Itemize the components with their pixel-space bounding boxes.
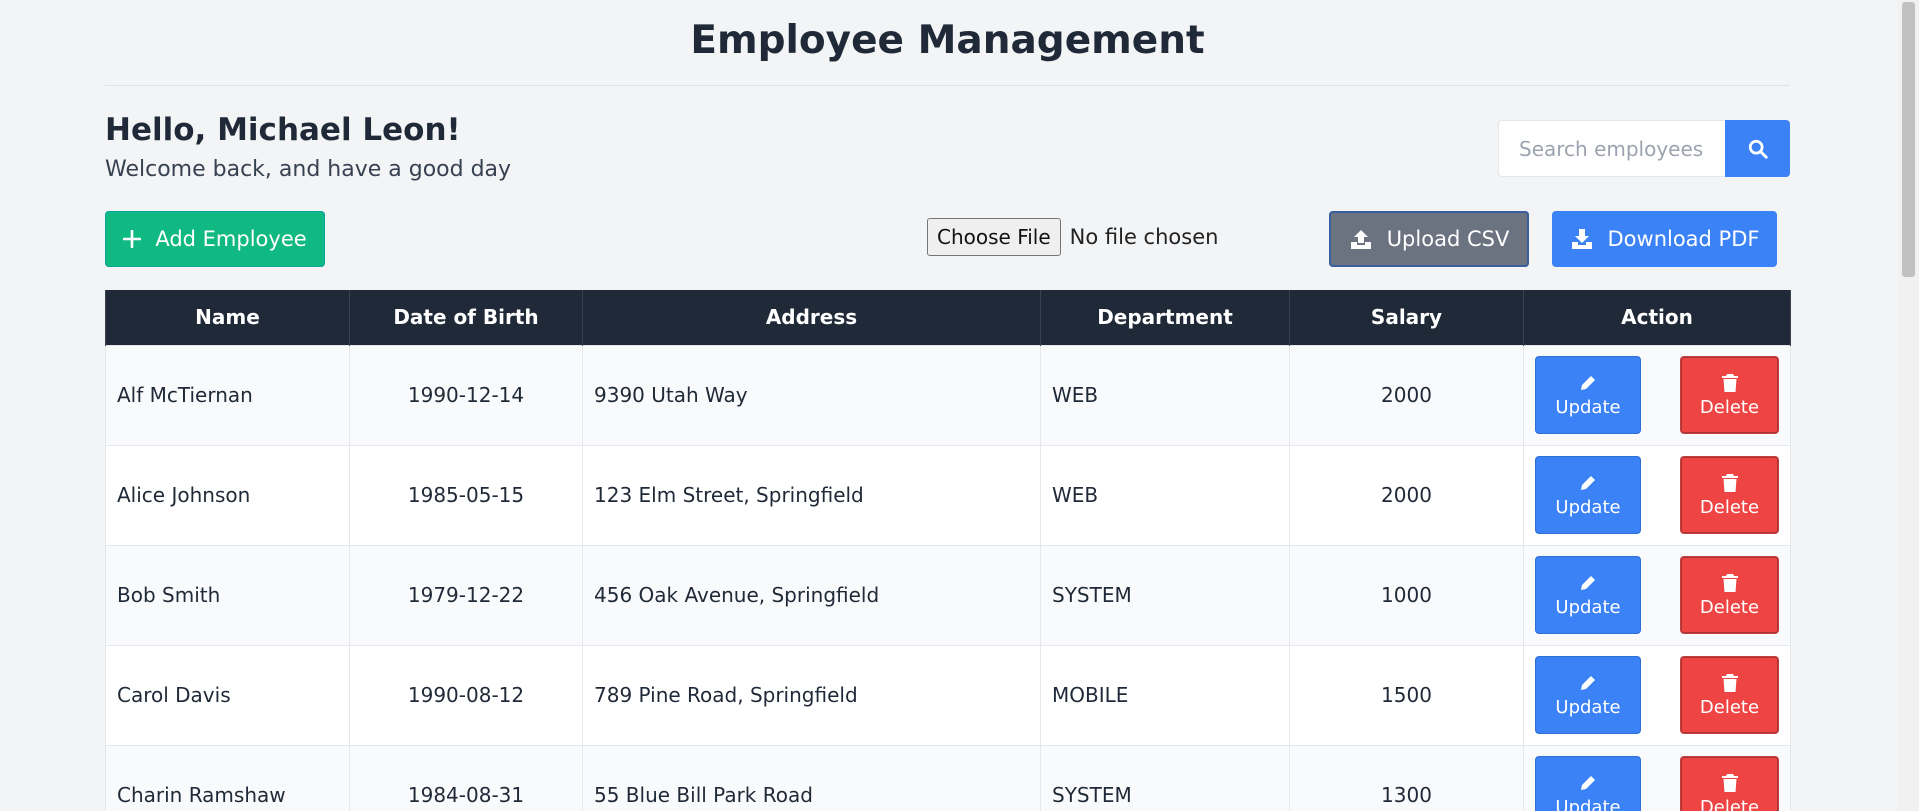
table-row: Bob Smith 1979-12-22 456 Oak Avenue, Spr… [105,544,1791,646]
update-button[interactable]: Update [1535,656,1641,734]
cell-dob: 1990-08-12 [349,644,583,746]
cell-dob: 1990-12-14 [349,344,583,446]
update-label: Update [1555,596,1621,618]
trash-icon [1721,673,1738,692]
table-row: Alf McTiernan 1990-12-14 9390 Utah Way W… [105,344,1791,446]
delete-label: Delete [1699,496,1760,518]
search-input[interactable] [1498,120,1725,177]
page-title: Employee Management [690,18,1205,63]
cell-name: Charin Ramshaw [105,744,350,811]
cell-action: Update Delete [1523,344,1791,446]
column-header-name: Name [105,290,350,345]
cell-address: 456 Oak Avenue, Springfield [582,544,1041,646]
cell-department: WEB [1040,344,1290,446]
delete-button[interactable]: Delete [1680,556,1779,634]
cell-salary: 1000 [1289,544,1524,646]
delete-label: Delete [1699,396,1760,418]
trash-icon [1721,373,1738,392]
cell-address: 9390 Utah Way [582,344,1041,446]
cell-name: Alice Johnson [105,444,350,546]
table-row: Carol Davis 1990-08-12 789 Pine Road, Sp… [105,644,1791,746]
update-button[interactable]: Update [1535,356,1641,434]
cell-name: Carol Davis [105,644,350,746]
column-header-address: Address [582,290,1041,345]
cell-department: SYSTEM [1040,744,1290,811]
delete-button[interactable]: Delete [1680,456,1779,534]
pencil-icon [1581,775,1595,790]
table-header-row: Name Date of Birth Address Department Sa… [105,290,1791,345]
trash-icon [1721,573,1738,592]
download-pdf-label: Download PDF [1607,227,1760,251]
cell-dob: 1979-12-22 [349,544,583,646]
file-input: Choose File No file chosen [927,218,1218,256]
greeting-heading: Hello, Michael Leon! [105,112,461,148]
cell-salary: 2000 [1289,444,1524,546]
cell-salary: 1500 [1289,644,1524,746]
trash-icon [1721,473,1738,492]
cell-name: Bob Smith [105,544,350,646]
search-icon [1748,139,1768,159]
download-pdf-button[interactable]: Download PDF [1552,211,1777,267]
cell-action: Update Delete [1523,744,1791,811]
page: Employee Management Hello, Michael Leon!… [0,0,1898,811]
update-label: Update [1555,696,1621,718]
update-button[interactable]: Update [1535,756,1641,811]
add-employee-label: Add Employee [155,227,307,251]
cell-action: Update Delete [1523,444,1791,546]
cell-department: SYSTEM [1040,544,1290,646]
pencil-icon [1581,575,1595,590]
update-label: Update [1555,496,1621,518]
update-label: Update [1555,796,1621,811]
download-icon [1571,229,1592,249]
cell-salary: 1300 [1289,744,1524,811]
vertical-scrollbar[interactable] [1898,0,1919,811]
choose-file-button[interactable]: Choose File [927,218,1061,256]
delete-label: Delete [1699,696,1760,718]
trash-icon [1721,773,1738,792]
column-header-dob: Date of Birth [349,290,583,345]
employee-table: Name Date of Birth Address Department Sa… [105,290,1791,811]
delete-button[interactable]: Delete [1680,356,1779,434]
table-row: Alice Johnson 1985-05-15 123 Elm Street,… [105,444,1791,546]
column-header-department: Department [1040,290,1290,345]
delete-button[interactable]: Delete [1680,756,1779,811]
cell-name: Alf McTiernan [105,344,350,446]
add-employee-button[interactable]: Add Employee [105,211,325,267]
cell-address: 789 Pine Road, Springfield [582,644,1041,746]
cell-address: 123 Elm Street, Springfield [582,444,1041,546]
cell-department: MOBILE [1040,644,1290,746]
upload-csv-button[interactable]: Upload CSV [1329,211,1529,267]
search-button[interactable] [1725,120,1790,177]
table-row: Charin Ramshaw 1984-08-31 55 Blue Bill P… [105,744,1791,811]
cell-action: Update Delete [1523,544,1791,646]
update-button[interactable]: Update [1535,456,1641,534]
delete-button[interactable]: Delete [1680,656,1779,734]
title-divider [105,85,1790,86]
upload-csv-label: Upload CSV [1386,227,1510,251]
column-header-salary: Salary [1289,290,1524,345]
pencil-icon [1581,475,1595,490]
update-label: Update [1555,396,1621,418]
delete-label: Delete [1699,596,1760,618]
plus-icon [123,230,142,248]
cell-action: Update Delete [1523,644,1791,746]
cell-dob: 1984-08-31 [349,744,583,811]
cell-salary: 2000 [1289,344,1524,446]
welcome-text: Welcome back, and have a good day [105,157,512,182]
pencil-icon [1581,675,1595,690]
delete-label: Delete [1699,796,1760,811]
update-button[interactable]: Update [1535,556,1641,634]
pencil-icon [1581,375,1595,390]
cell-dob: 1985-05-15 [349,444,583,546]
scrollbar-thumb[interactable] [1902,2,1915,277]
column-header-action: Action [1523,290,1791,345]
file-status-text: No file chosen [1069,225,1219,249]
search-bar [1498,120,1790,177]
upload-icon [1350,230,1371,249]
cell-department: WEB [1040,444,1290,546]
cell-address: 55 Blue Bill Park Road [582,744,1041,811]
